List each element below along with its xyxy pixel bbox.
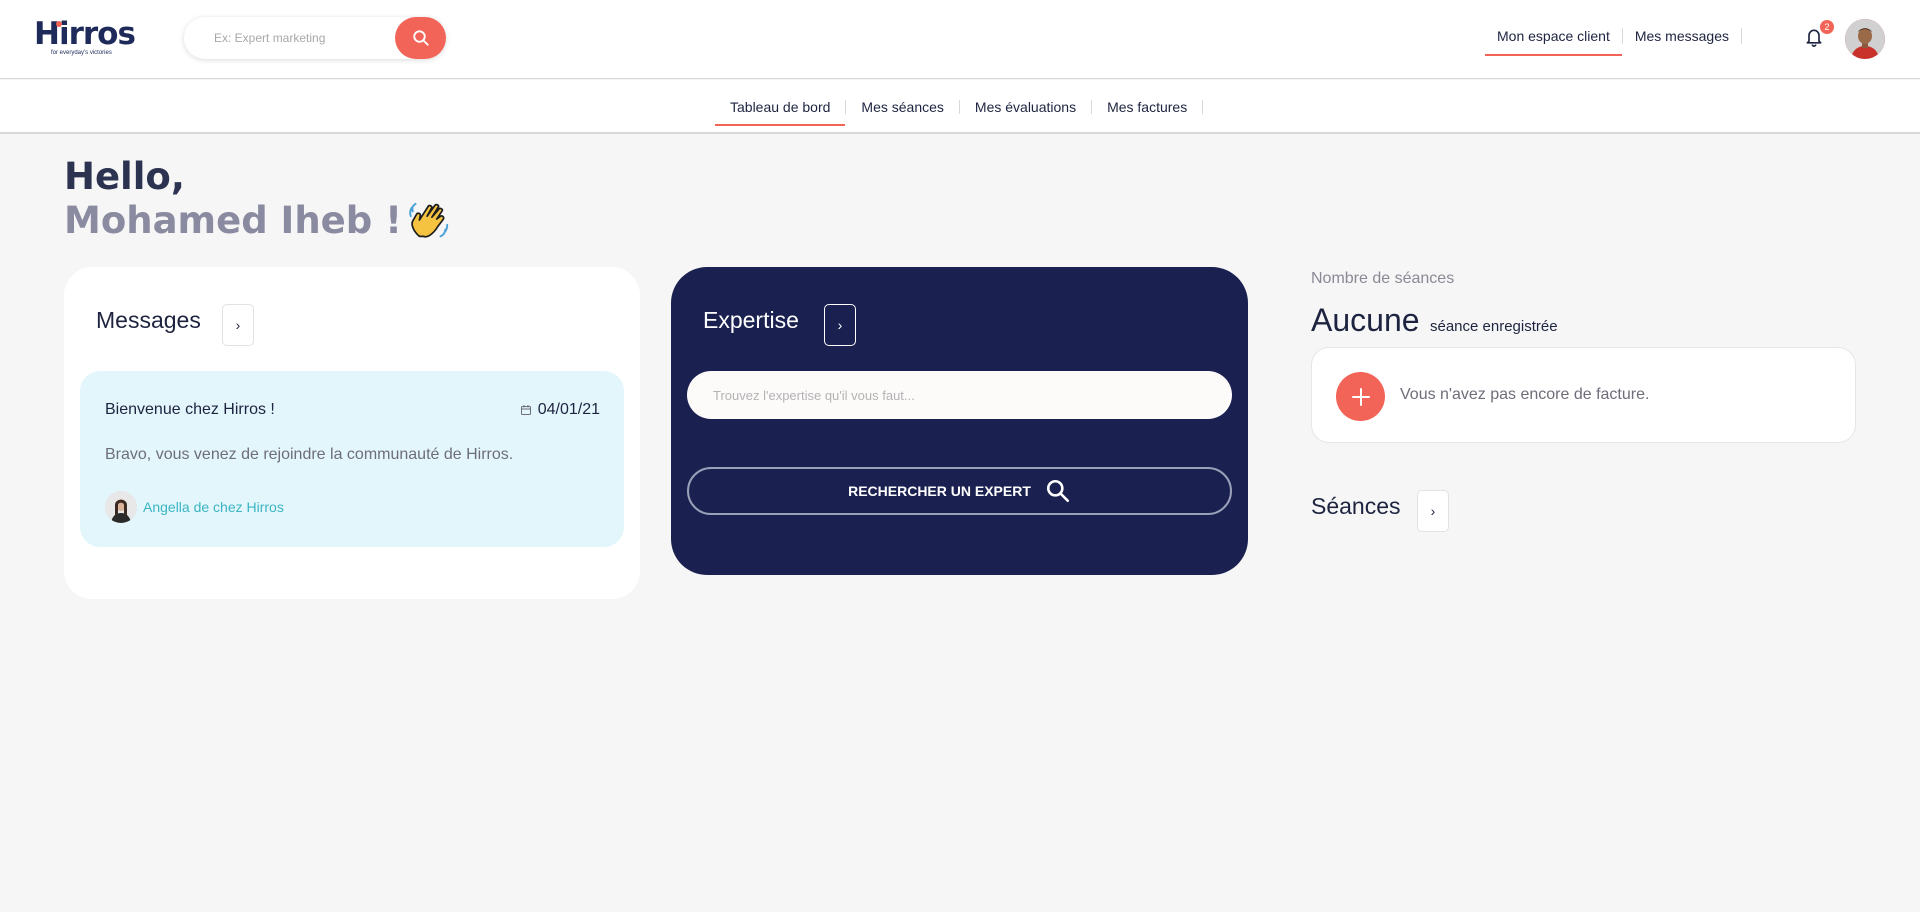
search-expert-button[interactable]: RECHERCHER UN EXPERT bbox=[687, 467, 1232, 515]
subnav-tabs: Tableau de bord Mes séances Mes évaluati… bbox=[715, 99, 1204, 126]
nav-divider bbox=[1741, 28, 1742, 44]
expertise-open-button[interactable]: › bbox=[824, 304, 856, 346]
expertise-card: Expertise › RECHERCHER UN EXPERT bbox=[671, 267, 1248, 575]
seances-open-button[interactable]: › bbox=[1417, 490, 1449, 532]
message-date-wrap: 04/01/21 bbox=[520, 401, 600, 419]
nav-mes-messages[interactable]: Mes messages bbox=[1623, 28, 1741, 44]
user-avatar[interactable] bbox=[1845, 19, 1885, 59]
sessions-count-value: Aucune bbox=[1311, 302, 1420, 338]
nav-mon-espace-client[interactable]: Mon espace client bbox=[1485, 28, 1622, 56]
search-expert-label: RECHERCHER UN EXPERT bbox=[848, 483, 1031, 499]
header-search-button[interactable] bbox=[395, 17, 446, 59]
author-avatar bbox=[105, 491, 137, 523]
greeting-name: Mohamed Iheb ! bbox=[64, 199, 403, 242]
invoice-empty-text: Vous n'avez pas encore de facture. bbox=[1400, 386, 1650, 403]
hirros-logo[interactable]: Hirros for everyday's victories bbox=[34, 16, 136, 56]
messages-card: Messages › Bienvenue chez Hirros ! 04/01… bbox=[64, 267, 640, 599]
search-icon bbox=[412, 30, 429, 46]
add-invoice-button[interactable] bbox=[1336, 372, 1385, 421]
tab-divider bbox=[1202, 100, 1204, 114]
logo-dot bbox=[56, 21, 62, 27]
plus-icon bbox=[1351, 387, 1370, 406]
search-icon bbox=[1046, 479, 1069, 503]
header-search bbox=[184, 17, 446, 59]
avatar-photo bbox=[1845, 19, 1885, 59]
message-subject: Bienvenue chez Hirros ! bbox=[105, 401, 275, 418]
author-name: Angella de chez Hirros bbox=[143, 499, 284, 515]
notifications-badge: 2 bbox=[1820, 20, 1834, 34]
top-header: Hirros for everyday's victories Mon espa… bbox=[0, 0, 1920, 79]
greeting-hello: Hello, bbox=[64, 155, 185, 198]
messages-title: Messages bbox=[96, 307, 201, 333]
tab-mes-seances[interactable]: Mes séances bbox=[846, 99, 958, 115]
message-item[interactable]: Bienvenue chez Hirros ! 04/01/21 Bravo, … bbox=[80, 371, 624, 547]
expertise-title: Expertise bbox=[703, 307, 799, 333]
header-search-input[interactable] bbox=[184, 17, 394, 59]
greeting-name-row: Mohamed Iheb ! bbox=[64, 198, 452, 244]
sessions-count-suffix: séance enregistrée bbox=[1430, 318, 1558, 335]
tab-mes-factures[interactable]: Mes factures bbox=[1092, 99, 1202, 115]
tab-mes-evaluations[interactable]: Mes évaluations bbox=[960, 99, 1091, 115]
message-body: Bravo, vous venez de rejoindre la commun… bbox=[105, 446, 514, 463]
waving-hand-icon bbox=[409, 202, 449, 238]
invoice-card: Vous n'avez pas encore de facture. bbox=[1311, 347, 1856, 443]
header-nav: Mon espace client Mes messages bbox=[1485, 28, 1742, 56]
calendar-icon bbox=[520, 405, 531, 415]
tab-tableau-de-bord[interactable]: Tableau de bord bbox=[715, 99, 846, 126]
messages-open-button[interactable]: › bbox=[222, 304, 254, 346]
message-author[interactable]: Angella de chez Hirros bbox=[105, 491, 284, 523]
expertise-search-input[interactable] bbox=[687, 371, 1232, 419]
message-date: 04/01/21 bbox=[537, 401, 600, 418]
logo-wordmark: Hirros bbox=[34, 16, 136, 52]
dashboard-subnav: Tableau de bord Mes séances Mes évaluati… bbox=[0, 80, 1920, 134]
sessions-count-label: Nombre de séances bbox=[1311, 270, 1455, 287]
seances-title: Séances bbox=[1311, 493, 1401, 519]
